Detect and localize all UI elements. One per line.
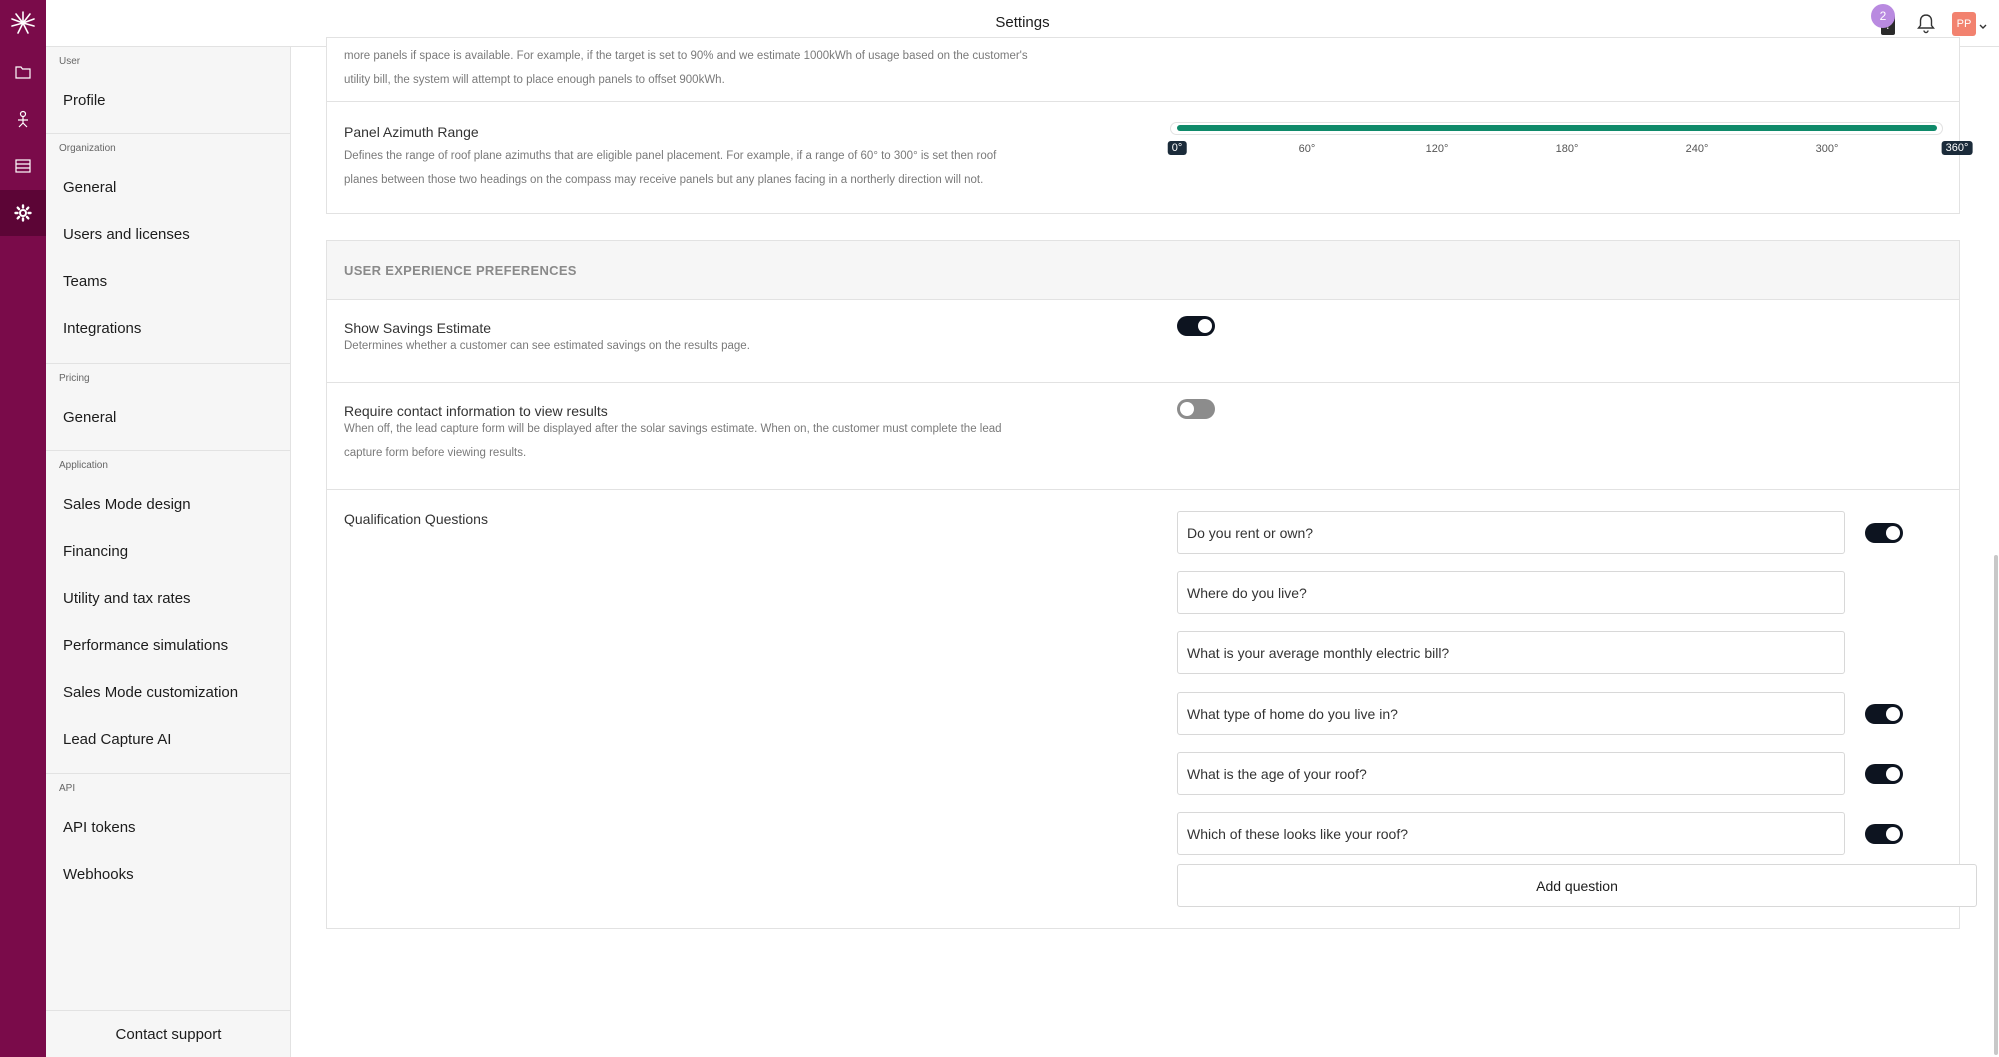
divider <box>46 450 291 451</box>
chevron-down-icon[interactable] <box>1979 17 1987 35</box>
settings-sidebar: User Profile Organization General Users … <box>46 0 291 1057</box>
add-question-button[interactable]: Add question <box>1177 864 1977 907</box>
section-label-user: User <box>59 56 81 67</box>
section-label-api: API <box>59 783 76 794</box>
azimuth-tick: 180° <box>1555 143 1579 155</box>
azimuth-tick: 300° <box>1815 143 1839 155</box>
sidebar-item-integrations[interactable]: Integrations <box>63 320 141 337</box>
question-input[interactable] <box>1177 511 1845 554</box>
person-flag-icon[interactable] <box>0 96 46 142</box>
question-input[interactable] <box>1177 752 1845 795</box>
divider <box>46 773 291 774</box>
contact-required-toggle[interactable] <box>1177 399 1215 419</box>
sidebar-item-lead-capture[interactable]: Lead Capture AI <box>63 731 171 748</box>
azimuth-max-handle[interactable]: 360° <box>1941 141 1973 155</box>
sidebar-item-api-tokens[interactable]: API tokens <box>63 819 136 836</box>
scrollbar[interactable] <box>1994 555 1998 1055</box>
toggle-knob <box>1886 827 1900 841</box>
ux-preferences-card: USER EXPERIENCE PREFERENCES Show Savings… <box>326 240 1977 929</box>
question-input[interactable] <box>1177 631 1845 674</box>
settings-gear-icon[interactable] <box>0 190 46 236</box>
savings-description: Determines whether a customer can see es… <box>344 340 750 352</box>
list-icon[interactable] <box>0 143 46 189</box>
divider <box>46 133 291 134</box>
toggle-knob <box>1886 767 1900 781</box>
row-divider <box>327 101 1959 102</box>
sidebar-item-financing[interactable]: Financing <box>63 543 128 560</box>
sidebar-item-webhooks[interactable]: Webhooks <box>63 866 134 883</box>
sidebar-item-teams[interactable]: Teams <box>63 273 107 290</box>
contact-support-button[interactable]: Contact support <box>46 1010 291 1057</box>
azimuth-tick: 60° <box>1298 143 1316 155</box>
row-divider <box>327 489 1959 490</box>
question-input[interactable] <box>1177 692 1845 735</box>
qualification-questions-title: Qualification Questions <box>344 511 488 527</box>
design-settings-card: more panels if space is available. For e… <box>326 37 1973 214</box>
section-title: USER EXPERIENCE PREFERENCES <box>344 263 577 278</box>
question-toggle[interactable] <box>1865 824 1903 844</box>
sidebar-item-users-licenses[interactable]: Users and licenses <box>63 226 190 243</box>
app-rail <box>0 0 46 1057</box>
question-toggle[interactable] <box>1865 764 1903 784</box>
notification-count-badge: 2 <box>1871 4 1895 28</box>
azimuth-title: Panel Azimuth Range <box>344 124 479 140</box>
sidebar-item-pricing-general[interactable]: General <box>63 409 116 426</box>
question-input[interactable] <box>1177 812 1845 855</box>
folder-icon[interactable] <box>0 49 46 95</box>
settings-main: more panels if space is available. For e… <box>292 37 1999 1057</box>
help-button[interactable]: ? 2 <box>1871 4 1911 40</box>
toggle-knob <box>1886 707 1900 721</box>
sidebar-item-utility-tax[interactable]: Utility and tax rates <box>63 590 191 607</box>
sidebar-item-performance-simulations[interactable]: Performance simulations <box>63 637 228 654</box>
sidebar-item-org-general[interactable]: General <box>63 179 116 196</box>
azimuth-tick: 240° <box>1685 143 1709 155</box>
savings-toggle[interactable] <box>1177 316 1215 336</box>
question-toggle[interactable] <box>1865 523 1903 543</box>
offset-description: more panels if space is available. For e… <box>344 50 1028 86</box>
azimuth-slider-fill <box>1177 125 1937 131</box>
sidebar-item-profile[interactable]: Profile <box>63 92 106 109</box>
section-label-pricing: Pricing <box>59 373 90 384</box>
sidebar-item-sales-mode-customization[interactable]: Sales Mode customization <box>63 684 238 701</box>
avatar[interactable]: PP <box>1952 12 1976 36</box>
toggle-knob <box>1180 402 1194 416</box>
azimuth-tick: 120° <box>1425 143 1449 155</box>
question-toggle[interactable] <box>1865 704 1903 724</box>
row-divider <box>327 382 1959 383</box>
sidebar-item-sales-mode-design[interactable]: Sales Mode design <box>63 496 191 513</box>
divider <box>46 363 291 364</box>
azimuth-description: Defines the range of roof plane azimuths… <box>344 150 997 186</box>
question-input[interactable] <box>1177 571 1845 614</box>
toggle-knob <box>1198 319 1212 333</box>
contact-required-description: When off, the lead capture form will be … <box>344 423 1002 459</box>
section-label-application: Application <box>59 460 108 471</box>
page-title: Settings <box>995 14 1050 31</box>
toggle-knob <box>1886 526 1900 540</box>
section-label-organization: Organization <box>59 143 116 154</box>
bell-icon[interactable] <box>1915 12 1937 39</box>
azimuth-min-handle[interactable]: 0° <box>1167 141 1187 155</box>
section-header: USER EXPERIENCE PREFERENCES <box>327 241 1959 300</box>
logo-icon[interactable] <box>8 8 38 38</box>
